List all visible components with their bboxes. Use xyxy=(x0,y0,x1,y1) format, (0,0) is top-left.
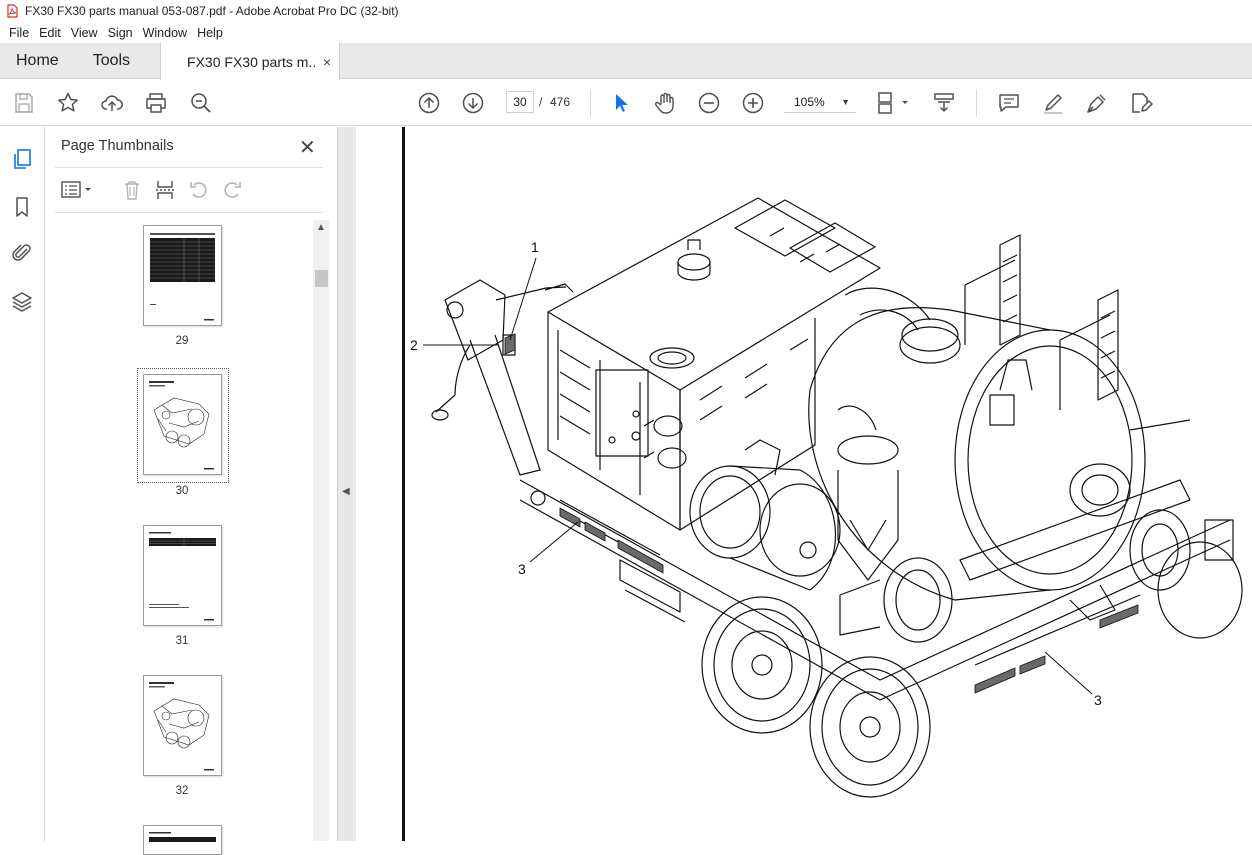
rotate-counterclockwise-icon[interactable] xyxy=(188,179,210,201)
zoom-out-icon[interactable] xyxy=(697,91,721,115)
panel-close-icon[interactable]: ✕ xyxy=(299,135,316,160)
tab-bar: Home Tools FX30 FX30 parts m... × xyxy=(0,43,1252,80)
thumbnail-page-current[interactable] xyxy=(143,374,222,475)
thumbnails-scrollbar[interactable] xyxy=(313,220,329,841)
panel-divider-2 xyxy=(55,212,323,213)
panel-divider xyxy=(55,167,323,168)
page-number-input[interactable]: 30 xyxy=(506,91,534,113)
callout-number: 3 xyxy=(1094,692,1102,708)
callout-number: 1 xyxy=(531,239,539,255)
page-preview-table xyxy=(150,233,215,321)
layers-icon[interactable] xyxy=(10,290,34,314)
highlight-pen-icon[interactable] xyxy=(1041,91,1065,115)
thumbnail-page-number: 32 xyxy=(175,785,189,797)
page-preview-table xyxy=(149,832,216,842)
select-cursor-icon[interactable] xyxy=(609,91,633,115)
zoom-in-icon[interactable] xyxy=(741,91,765,115)
zoom-level-value: 105% xyxy=(794,95,825,109)
title-bar: FX30 FX30 parts manual 053-087.pdf - Ado… xyxy=(0,0,1252,22)
comment-icon[interactable] xyxy=(997,91,1021,115)
menu-bar: File Edit View Sign Window Help xyxy=(0,22,1252,43)
print-icon[interactable] xyxy=(144,91,168,115)
tab-close-icon[interactable]: × xyxy=(323,54,331,70)
window-title: FX30 FX30 parts manual 053-087.pdf - Ado… xyxy=(25,4,399,18)
sign-pen-icon[interactable] xyxy=(1085,91,1109,115)
toolbar-divider-2 xyxy=(976,89,977,117)
insert-page-icon[interactable] xyxy=(154,179,176,201)
attachments-paperclip-icon[interactable] xyxy=(10,241,34,265)
previous-page-icon[interactable] xyxy=(417,91,441,115)
navigation-rail xyxy=(0,127,45,841)
menu-help[interactable]: Help xyxy=(192,26,228,40)
scrollbar-thumb[interactable] xyxy=(315,270,328,287)
menu-sign[interactable]: Sign xyxy=(103,26,138,40)
bookmark-star-icon[interactable] xyxy=(56,91,80,115)
thumbnail-page-number: 29 xyxy=(175,335,189,347)
thumbnail-page[interactable] xyxy=(143,225,222,326)
delete-trash-icon[interactable] xyxy=(121,179,143,201)
page-thumbnails-icon[interactable] xyxy=(10,147,34,171)
rotate-clockwise-icon[interactable] xyxy=(221,179,243,201)
hand-tool-icon[interactable] xyxy=(653,91,677,115)
scroll-up-icon[interactable]: ▲ xyxy=(316,222,326,233)
thumbnail-page[interactable] xyxy=(143,525,222,626)
panel-title: Page Thumbnails xyxy=(61,138,174,154)
page-left-border xyxy=(402,127,405,841)
vacuum-trailer-drawing xyxy=(423,197,1243,798)
collapse-arrow-icon[interactable]: ◀ xyxy=(342,486,350,497)
bookmarks-icon[interactable] xyxy=(10,195,34,219)
page-preview-drawing xyxy=(149,682,214,771)
options-menu-icon[interactable] xyxy=(60,179,96,201)
page-total: 476 xyxy=(550,95,571,109)
menu-view[interactable]: View xyxy=(66,26,103,40)
tab-tools[interactable]: Tools xyxy=(75,43,146,78)
edit-pdf-icon[interactable] xyxy=(1129,91,1153,115)
page-separator: / xyxy=(539,95,543,109)
toolbar-divider xyxy=(590,89,591,117)
save-icon[interactable] xyxy=(12,91,36,115)
chevron-down-icon: ▼ xyxy=(841,97,850,107)
acrobat-pdf-icon xyxy=(7,4,18,18)
tab-home[interactable]: Home xyxy=(0,43,75,78)
next-page-icon[interactable] xyxy=(461,91,485,115)
scroll-mode-icon[interactable] xyxy=(932,91,956,115)
thumbnail-page-number: 30 xyxy=(175,485,189,497)
thumbnail-page[interactable] xyxy=(143,675,222,776)
tab-document[interactable]: FX30 FX30 parts m... × xyxy=(160,43,341,80)
panel-collapse-strip[interactable] xyxy=(338,127,356,841)
page-preview-table xyxy=(149,532,216,621)
menu-window[interactable]: Window xyxy=(138,26,192,40)
callout-number: 3 xyxy=(518,561,526,577)
thumbnail-page[interactable] xyxy=(143,825,222,855)
thumbnail-page-number: 31 xyxy=(175,635,189,647)
upload-cloud-icon[interactable] xyxy=(100,91,124,115)
zoom-level-select[interactable]: 105% ▼ xyxy=(784,91,856,113)
tab-document-label: FX30 FX30 parts m... xyxy=(187,53,317,70)
page-preview-drawing xyxy=(149,381,214,470)
menu-file[interactable]: File xyxy=(4,26,34,40)
callout-number: 2 xyxy=(410,337,418,353)
panel-toolbar xyxy=(55,177,323,205)
page-fit-icon[interactable] xyxy=(876,91,912,115)
menu-edit[interactable]: Edit xyxy=(34,26,66,40)
zoom-search-icon[interactable] xyxy=(189,91,213,115)
document-view[interactable] xyxy=(356,127,1252,841)
